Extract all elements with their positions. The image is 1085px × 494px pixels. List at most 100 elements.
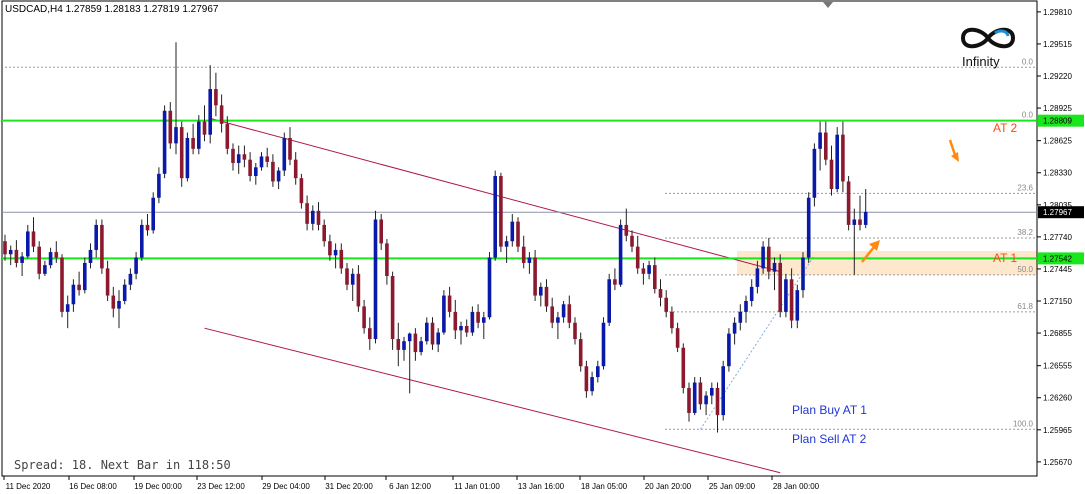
candle — [111, 286, 116, 318]
candle-body — [311, 210, 315, 224]
candle — [276, 167, 281, 190]
candle-body — [276, 170, 281, 182]
candle — [362, 299, 366, 334]
candle — [550, 297, 554, 329]
candle-body — [613, 279, 617, 285]
at2-label: AT 2 — [993, 121, 1018, 135]
fib-level-label: 0.0 — [1022, 111, 1034, 120]
candle-body — [812, 148, 817, 198]
candle-body — [362, 306, 366, 329]
x-tick-label: 16 Dec 08:00 — [69, 482, 117, 491]
candle — [789, 268, 794, 329]
candle-body — [453, 311, 458, 331]
candle-body — [499, 176, 503, 247]
candle — [698, 377, 703, 410]
candle — [858, 195, 862, 231]
candle-body — [670, 311, 674, 329]
candle-body — [259, 156, 264, 168]
x-tick-label: 6 Jan 12:00 — [389, 482, 431, 491]
fib-level-label: 0.0 — [1022, 57, 1034, 66]
candle — [487, 252, 492, 320]
level-price-tag-label: 1.28809 — [1043, 117, 1072, 126]
candle-body — [299, 178, 304, 204]
candle-body — [710, 387, 714, 396]
candle — [26, 224, 30, 259]
candle — [601, 317, 606, 370]
candle — [516, 217, 520, 253]
candle — [630, 230, 634, 253]
candle-body — [784, 279, 788, 312]
level-price-tag-label: 1.27542 — [1043, 254, 1072, 263]
candle-body — [191, 137, 195, 149]
candle-body — [356, 273, 361, 307]
candle-body — [692, 382, 697, 413]
candle — [282, 132, 287, 176]
y-tick-label: 1.26855 — [1043, 329, 1072, 338]
x-tick-label: 29 Dec 04:00 — [262, 482, 310, 491]
candle-body — [60, 257, 64, 312]
candle — [117, 290, 121, 329]
candle-body — [749, 286, 754, 301]
candle-body — [339, 249, 344, 269]
candle-body — [487, 257, 492, 318]
candle-body — [561, 304, 566, 318]
candle-body — [54, 252, 59, 258]
price-chart[interactable]: 0.0 23.6 38.2 50.0 61.8 100.0 0.0 1.29810 1.295… — [0, 0, 1085, 494]
candle — [145, 214, 150, 236]
candle-body — [100, 224, 104, 269]
at1-label: AT 1 — [993, 251, 1018, 265]
candle-body — [168, 110, 173, 144]
spread-info: Spread: 18. Next Bar in 118:50 — [14, 458, 231, 472]
candle — [590, 371, 594, 396]
candle — [527, 252, 532, 274]
candle — [385, 239, 389, 285]
candle-body — [265, 156, 269, 162]
candle-body — [345, 268, 349, 285]
candle-body — [134, 257, 138, 274]
candle-body — [573, 322, 577, 340]
candle — [368, 317, 372, 350]
candle — [732, 317, 737, 345]
candle — [459, 321, 463, 345]
candle — [727, 328, 731, 372]
candle — [65, 295, 70, 329]
y-tick-label: 1.25670 — [1043, 458, 1072, 467]
candle — [151, 192, 155, 234]
candle — [710, 382, 714, 405]
candle — [841, 121, 845, 193]
candle — [510, 214, 515, 247]
candle — [561, 301, 566, 323]
candle-body — [231, 148, 235, 163]
candle — [596, 360, 600, 383]
candle — [8, 245, 13, 266]
candle-body — [282, 137, 287, 171]
candle — [658, 279, 663, 307]
y-tick-label: 1.29515 — [1043, 40, 1072, 49]
candle-body — [88, 249, 93, 263]
candle-body — [316, 210, 321, 225]
y-tick-label: 1.28625 — [1043, 137, 1072, 146]
candle — [373, 210, 378, 344]
candle — [721, 360, 725, 421]
candle-body — [185, 137, 190, 179]
candle-body — [3, 241, 7, 255]
candle-body — [664, 297, 668, 312]
candle-body — [470, 311, 475, 333]
candle — [259, 152, 264, 171]
candle-body — [835, 134, 839, 190]
candle — [316, 202, 321, 231]
y-tick-label: 1.26555 — [1043, 362, 1072, 371]
candle-body — [618, 224, 623, 285]
candle-body — [390, 276, 395, 340]
candle-body — [305, 203, 309, 224]
candle-body — [379, 219, 383, 244]
candle-body — [242, 154, 247, 160]
candle — [624, 208, 629, 242]
candle — [521, 235, 526, 269]
candle — [202, 105, 207, 142]
candle — [88, 243, 93, 269]
candle — [105, 260, 110, 301]
candle-body — [225, 123, 230, 149]
candle-body — [407, 333, 412, 342]
down-arrow-icon — [948, 139, 957, 156]
